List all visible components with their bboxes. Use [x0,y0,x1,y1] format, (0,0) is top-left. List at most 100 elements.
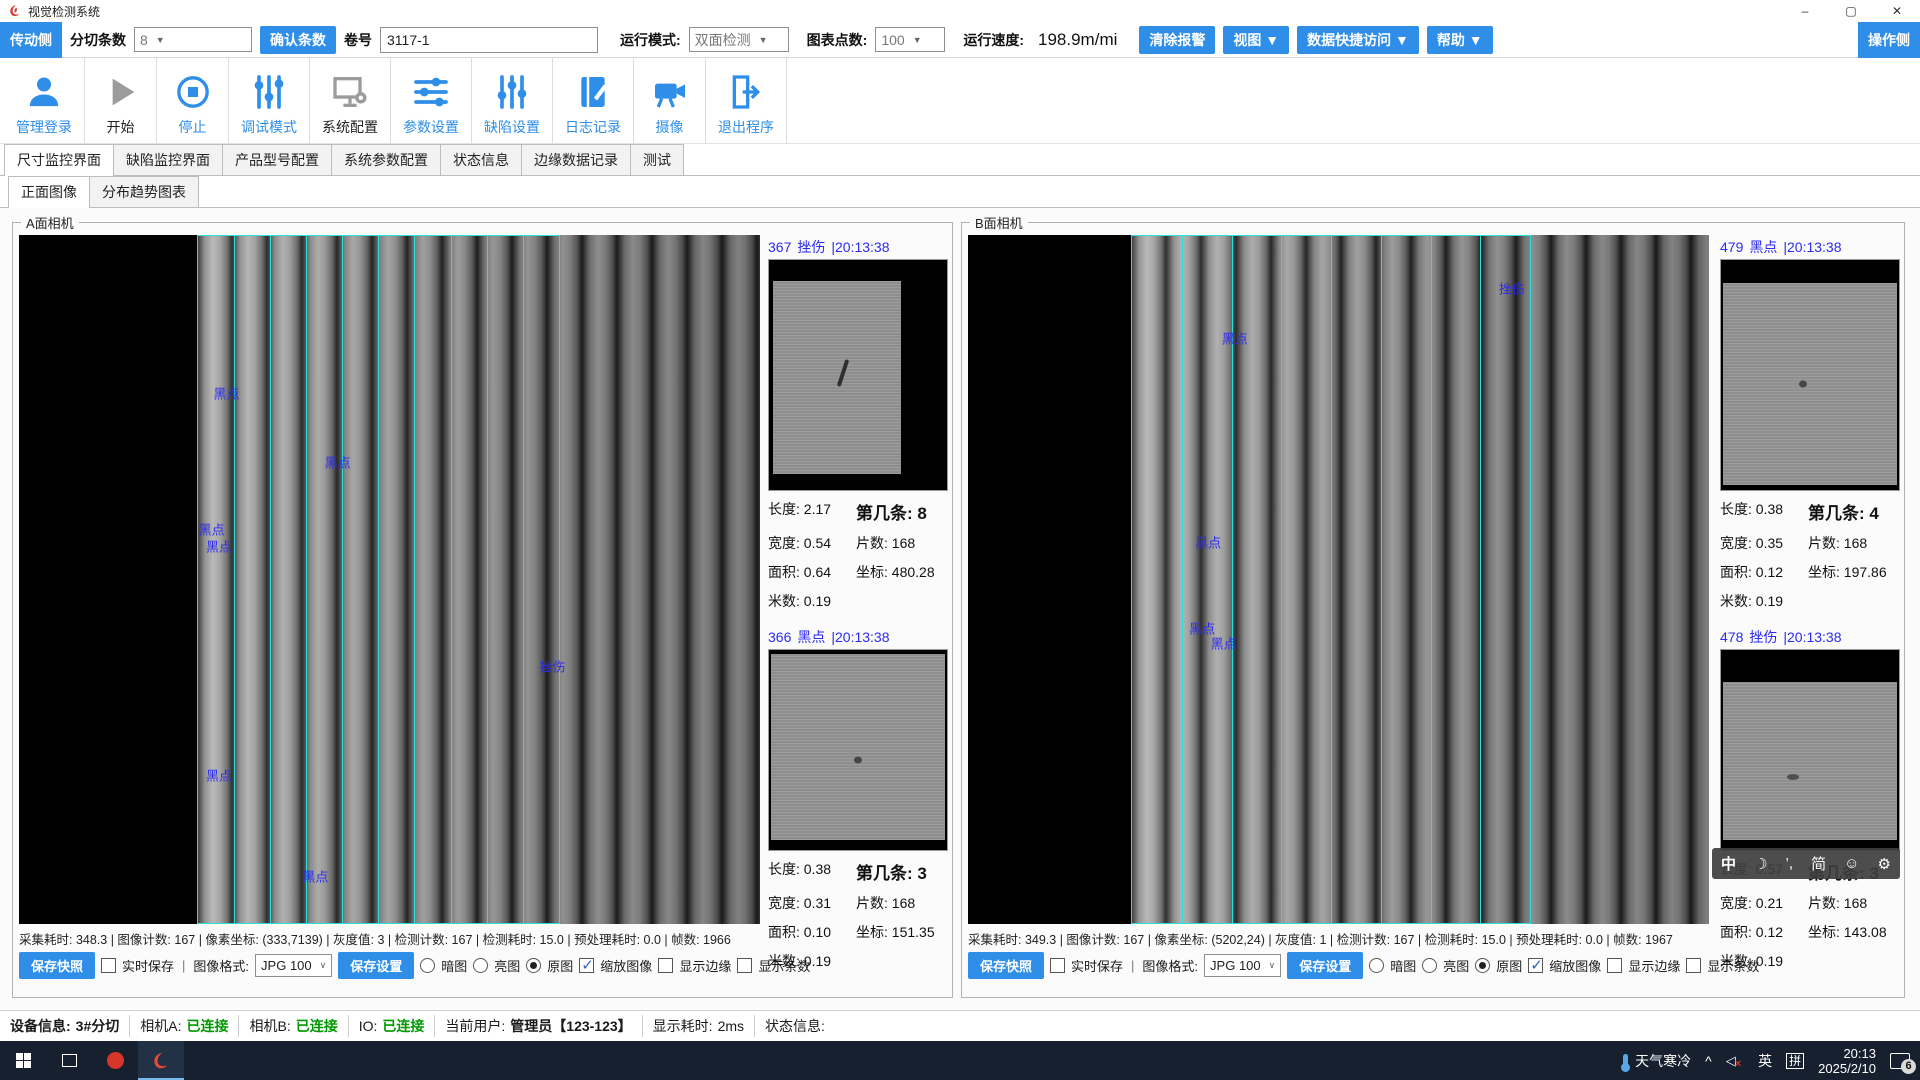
taskbar-clock[interactable]: 20:132025/2/10 [1818,1046,1876,1076]
help-menu-button[interactable]: 帮助 ▼ [1427,26,1493,54]
zoom-image-checkbox[interactable] [1528,958,1543,973]
camera-b-title: B面相机 [970,213,1028,232]
zoom-image-checkbox[interactable] [579,958,594,973]
camera-b-connection: 已连接 [296,1016,338,1036]
defect-card[interactable]: 367挫伤|20:13:38 长度: 2.17 第几条: 8 宽度: 0.54 … [768,235,948,611]
start-button[interactable] [0,1041,46,1080]
ribbon-monitor-gear-button[interactable]: 系统配置 [310,58,391,143]
original-image-radio[interactable] [526,958,541,973]
show-edge-checkbox[interactable] [658,958,673,973]
operator-side-button[interactable]: 操作侧 [1858,22,1920,58]
ime-indicator[interactable]: 拼 [1786,1053,1804,1069]
tab-4[interactable]: 状态信息 [440,144,522,175]
clear-alarm-button[interactable]: 清除报警 [1139,26,1215,54]
original-image-radio[interactable] [1475,958,1490,973]
drive-side-button[interactable]: 传动侧 [0,22,62,58]
ribbon-debug-sliders-button[interactable]: 调试模式 [229,58,310,143]
camera-b-status-line: 采集耗时: 349.3 | 图像计数: 167 | 像素坐标: (5202,24… [968,929,1709,948]
ribbon-exit-button[interactable]: 退出程序 [706,58,787,143]
task-view-button[interactable] [46,1041,92,1080]
camera-b-controls: 保存快照 实时保存 | 图像格式: JPG 100∨ 保存设置 暗图 亮图 原图… [968,949,1713,981]
camera-b-image: 黑点挫伤黑点黑点黑点 [968,235,1709,924]
save-snapshot-button[interactable]: 保存快照 [19,952,95,979]
tab-1[interactable]: 缺陷监控界面 [113,144,223,175]
defect-header: 479黑点|20:13:38 [1720,235,1900,259]
tab-6[interactable]: 测试 [630,144,684,175]
realtime-save-checkbox[interactable] [101,958,116,973]
minimize-button[interactable]: – [1782,0,1828,22]
bright-image-radio[interactable] [1422,958,1437,973]
tab-0[interactable]: 尺寸监控界面 [4,144,114,176]
vision-app-taskbar-button[interactable] [138,1041,184,1080]
volume-muted-icon[interactable]: ◁✕ [1726,1053,1744,1069]
run-mode-select[interactable]: 双面检测▼ [689,27,789,52]
show-strips-checkbox[interactable] [1686,958,1701,973]
defect-card[interactable]: 366黑点|20:13:38 长度: 0.38 第几条: 3 宽度: 0.31 … [768,625,948,971]
ime-settings-button[interactable]: ⚙ [1877,855,1890,873]
camera-a-title: A面相机 [21,213,79,232]
defect-header: 366黑点|20:13:38 [768,625,948,649]
ime-emoji-button[interactable]: ☺ [1844,855,1859,872]
notification-center-button[interactable]: 6 [1890,1053,1910,1069]
ribbon-defect-sliders-button[interactable]: 缺陷设置 [472,58,553,143]
defect-marker-label: 黑点 [206,537,232,556]
ime-fullwidth-icon[interactable]: ☽ [1754,855,1767,873]
ribbon-stop-button[interactable]: 停止 [157,58,229,143]
subtab-1[interactable]: 分布趋势图表 [89,176,199,207]
ribbon-play-button[interactable]: 开始 [85,58,157,143]
tab-3[interactable]: 系统参数配置 [331,144,441,175]
data-access-menu-button[interactable]: 数据快捷访问 ▼ [1297,26,1419,54]
main-tabs: 尺寸监控界面缺陷监控界面产品型号配置系统参数配置状态信息边缘数据记录测试 [0,144,1920,176]
defect-header: 478挫伤|20:13:38 [1720,625,1900,649]
defect-card[interactable]: 479黑点|20:13:38 长度: 0.38 第几条: 4 宽度: 0.35 … [1720,235,1900,611]
close-button[interactable]: ✕ [1874,0,1920,22]
ribbon-log-button[interactable]: 日志记录 [553,58,634,143]
ribbon-user-button[interactable]: 管理登录 [4,58,85,143]
defect-marker-label: 黑点 [325,453,351,472]
weather-text: 天气寒冷 [1635,1051,1691,1071]
tray-expand-button[interactable]: ^ [1705,1053,1712,1069]
vision-app-icon [151,1051,171,1071]
show-edge-checkbox[interactable] [1607,958,1622,973]
show-strips-checkbox[interactable] [737,958,752,973]
red-app-taskbar-button[interactable] [92,1041,138,1080]
subtab-0[interactable]: 正面图像 [8,176,90,208]
ime-mode-button[interactable]: 中 [1721,853,1736,874]
image-format-select[interactable]: JPG 100∨ [255,954,332,977]
dark-image-radio[interactable] [1369,958,1384,973]
dark-image-radio[interactable] [420,958,435,973]
chevron-down-icon: ∨ [1269,960,1276,971]
save-settings-button[interactable]: 保存设置 [1287,952,1363,979]
realtime-save-checkbox[interactable] [1050,958,1065,973]
tab-5[interactable]: 边缘数据记录 [521,144,631,175]
ime-punctuation-button[interactable]: ’, [1786,855,1794,872]
ribbon-camera-button[interactable]: 摄像 [634,58,706,143]
display-time: 2ms [718,1018,744,1034]
defect-marker-label: 黑点 [206,766,232,785]
defect-header: 367挫伤|20:13:38 [768,235,948,259]
defect-stats: 长度: 0.38 第几条: 3 宽度: 0.31 片数: 168 面积: 0.1… [768,851,948,971]
detection-region-box [1131,235,1531,924]
confirm-count-button[interactable]: 确认条数 [260,26,336,54]
bright-image-radio[interactable] [473,958,488,973]
save-settings-button[interactable]: 保存设置 [338,952,414,979]
taskbar: 天气寒冷 ^ ◁✕ 英 拼 20:132025/2/10 6 [0,1041,1920,1080]
view-menu-button[interactable]: 视图 ▼ [1223,26,1289,54]
status-bar: 设备信息:3#分切 相机A:已连接 相机B:已连接 IO:已连接 当前用户:管理… [0,1010,1920,1041]
roll-number-input[interactable] [380,27,598,53]
realtime-save-label: 实时保存 [1071,956,1123,975]
ribbon-param-sliders-button[interactable]: 参数设置 [391,58,472,143]
maximize-button[interactable]: ▢ [1828,0,1874,22]
device-info: 3#分切 [76,1016,120,1036]
ime-charset-button[interactable]: 简 [1811,853,1826,874]
chart-points-select[interactable]: 100▼ [875,27,945,52]
save-snapshot-button[interactable]: 保存快照 [968,952,1044,979]
defect-card[interactable]: 478挫伤|20:13:38 长度: 0.57 第几条: 3 宽度: 0.21 … [1720,625,1900,971]
slit-count-select[interactable]: 8▼ [134,27,252,52]
icon-ribbon: 管理登录开始停止调试模式系统配置参数设置缺陷设置日志记录摄像退出程序 [0,58,1920,144]
weather-tray-item[interactable]: 天气寒冷 [1623,1051,1691,1071]
tab-2[interactable]: 产品型号配置 [222,144,332,175]
language-indicator[interactable]: 英 [1758,1051,1772,1071]
monitor-gear-icon [330,72,370,112]
image-format-select[interactable]: JPG 100∨ [1204,954,1281,977]
